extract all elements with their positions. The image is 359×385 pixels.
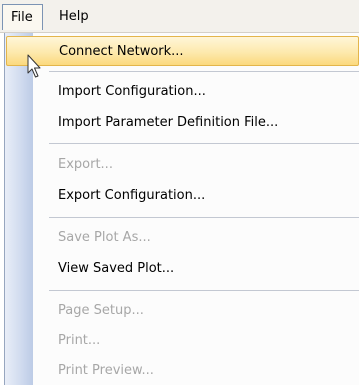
menu-item-label: Save Plot As... (58, 230, 151, 245)
menu-help[interactable]: Help (50, 4, 100, 30)
menu-item-export: Export... (6, 150, 359, 180)
menu-item-view-saved-plot[interactable]: View Saved Plot... (6, 254, 359, 284)
menu-item-label: Export... (58, 157, 113, 172)
menu-item-label: Page Setup... (58, 303, 144, 318)
menu-bar: File Help (0, 0, 359, 33)
menu-item-import-configuration[interactable]: Import Configuration... (6, 77, 359, 107)
menu-separator (49, 290, 359, 291)
menu-item-save-plot-as: Save Plot As... (6, 223, 359, 253)
menu-item-label: View Saved Plot... (58, 261, 175, 276)
menu-item-page-setup: Page Setup... (6, 296, 359, 326)
menu-item-connect-network[interactable]: Connect Network... (6, 36, 359, 66)
menu-item-label: Print... (58, 333, 101, 348)
menu-item-label: Import Configuration... (58, 84, 206, 99)
menu-item-label: Export Configuration... (58, 188, 206, 203)
menu-item-import-parameter-definition-file[interactable]: Import Parameter Definition File... (6, 108, 359, 138)
menu-file[interactable]: File (2, 4, 43, 30)
menu-item-export-configuration[interactable]: Export Configuration... (6, 181, 359, 211)
menu-item-print: Print... (6, 326, 359, 356)
file-menu-dropdown: Connect Network... Import Configuration.… (4, 33, 359, 385)
application-window: File Help Connect Network... Import Conf… (0, 0, 359, 385)
menu-separator (49, 143, 359, 144)
menu-item-label: Connect Network... (59, 44, 184, 59)
menu-separator (49, 71, 359, 72)
menu-item-print-preview: Print Preview... (6, 356, 359, 385)
menu-item-label: Print Preview... (58, 363, 154, 378)
menu-item-label: Import Parameter Definition File... (58, 115, 279, 130)
menu-separator (49, 217, 359, 218)
mouse-pointer-icon (27, 54, 41, 78)
